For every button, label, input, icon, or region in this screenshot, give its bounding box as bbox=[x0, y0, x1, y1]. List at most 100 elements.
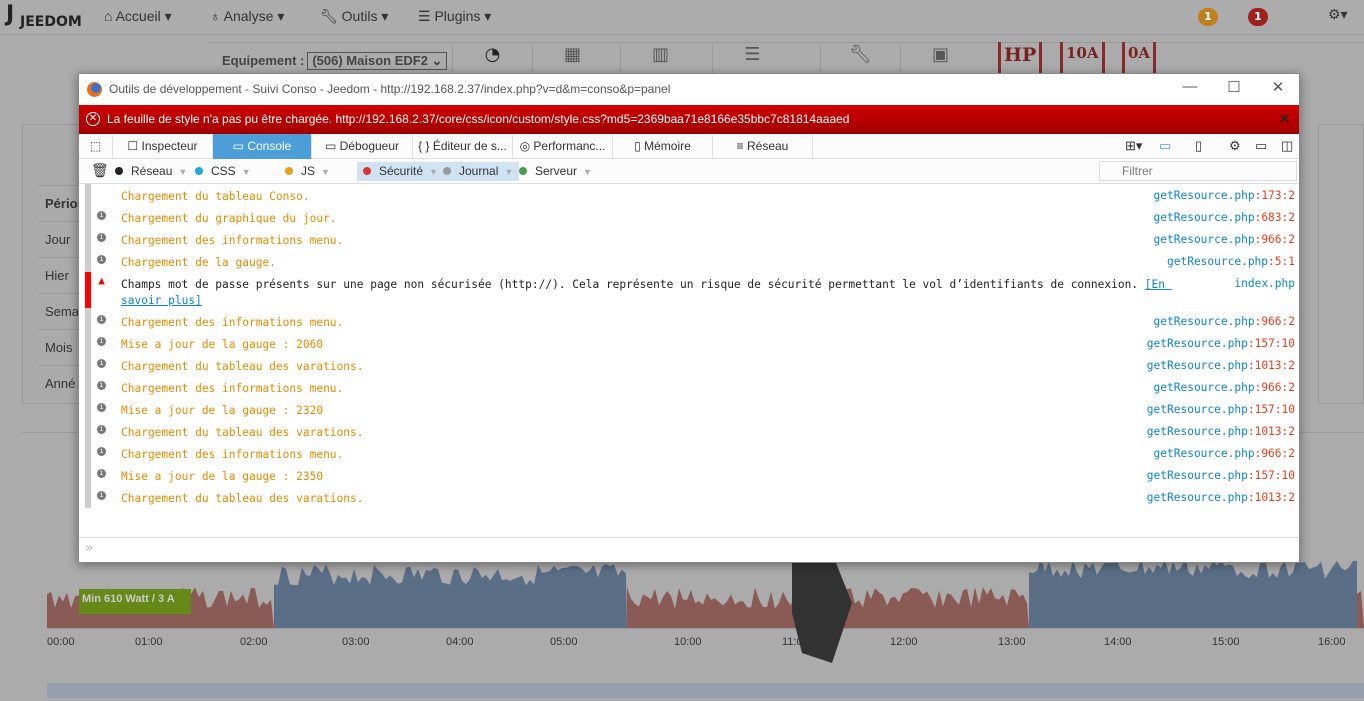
equipment-selector[interactable]: Equipement : (506) Maison EDF2 ⌄ bbox=[222, 52, 448, 70]
responsive-mode-icon[interactable]: ▯ bbox=[1195, 138, 1202, 154]
log-entry: i Mise a jour de la gauge : 2350 getResour… bbox=[91, 464, 1295, 486]
filter-serveur[interactable]: Serveur ▼ bbox=[513, 162, 598, 181]
log-source-link[interactable]: getResource.php:157:10 bbox=[1147, 469, 1295, 482]
nav-accueil[interactable]: ⌂ Accueil ▾ bbox=[104, 8, 172, 25]
log-source-link[interactable]: getResource.php:1013:2 bbox=[1147, 359, 1295, 372]
log-message: Chargement du tableau des varations. bbox=[121, 492, 364, 505]
warning-badge[interactable]: 1 bbox=[1198, 8, 1218, 26]
close-window-button[interactable]: ✕ bbox=[1263, 78, 1293, 100]
info-icon: i bbox=[97, 337, 106, 346]
nav-outils[interactable]: 🔧︎ Outils ▾ bbox=[320, 8, 388, 25]
tab-memoire[interactable]: ▯ Mémoire bbox=[613, 134, 713, 159]
log-source-link[interactable]: getResource.php:966:2 bbox=[1154, 315, 1295, 328]
bar-chart-icon[interactable]: ▥ bbox=[620, 44, 700, 74]
tab-console[interactable]: ▭ Console bbox=[213, 134, 312, 159]
log-source-link[interactable]: getResource.php:1013:2 bbox=[1147, 425, 1295, 438]
log-source-link[interactable]: getResource.php:157:10 bbox=[1147, 337, 1295, 350]
log-source-link[interactable]: getResource.php:966:2 bbox=[1154, 447, 1295, 460]
log-message: Chargement des informations menu. bbox=[121, 234, 344, 247]
console-log: Chargement du tableau Conso. getResource.… bbox=[85, 184, 1295, 508]
area-hp bbox=[1029, 557, 1357, 628]
element-picker-icon[interactable]: ⬚ bbox=[79, 134, 113, 159]
tab-inspecteur[interactable]: ☐ Inspecteur bbox=[113, 134, 213, 159]
split-console-icon[interactable]: ▭ bbox=[1159, 138, 1171, 154]
info-icon: i bbox=[97, 469, 106, 478]
tab-editeur-style[interactable]: { } Éditeur de s... bbox=[413, 134, 513, 159]
filter-label: Réseau bbox=[131, 164, 173, 178]
table-icon[interactable]: ▦ bbox=[532, 44, 612, 74]
log-source-link[interactable]: getResource.php:966:2 bbox=[1154, 381, 1295, 394]
jeedom-logo[interactable]: J JEEDOM bbox=[6, 2, 82, 32]
tab-debogueur[interactable]: ▭ Débogueur bbox=[312, 134, 413, 159]
filter-label: Sécurité bbox=[379, 164, 424, 178]
equipment-select[interactable]: (506) Maison EDF2 ⌄ bbox=[307, 52, 448, 70]
log-source-link[interactable]: getResource.php:683:2 bbox=[1154, 211, 1295, 224]
nav-analyse[interactable]: ♁ Analyse ▾ bbox=[210, 8, 284, 25]
filter-label: Journal bbox=[459, 164, 499, 178]
log-source-link[interactable]: getResource.php:5:1 bbox=[1167, 255, 1295, 268]
min-label: Min 610 Watt / 3 A bbox=[79, 589, 191, 614]
info-icon: i bbox=[97, 491, 106, 500]
log-source-link[interactable]: index.php bbox=[1234, 277, 1295, 290]
info-icon: i bbox=[97, 211, 106, 220]
log-source-link[interactable]: getResource.php:1013:2 bbox=[1147, 491, 1295, 504]
log-source-link[interactable]: getResource.php:157:10 bbox=[1147, 403, 1295, 416]
filter-journal[interactable]: Journal ▼ bbox=[437, 162, 520, 181]
area-hp bbox=[274, 564, 627, 628]
log-message: Chargement des informations menu. bbox=[121, 448, 344, 461]
maximize-button[interactable]: ☐ bbox=[1219, 78, 1249, 100]
info-icon: i bbox=[97, 425, 106, 434]
filter-js[interactable]: JS ▼ bbox=[279, 162, 336, 181]
tab-reseau[interactable]: ≡ Réseau bbox=[713, 134, 813, 159]
tarif-10a: 10A bbox=[1060, 42, 1105, 74]
save-icon[interactable]: ▣ bbox=[900, 44, 980, 74]
top-navbar: J JEEDOM ⌂ Accueil ▾ ♁ Analyse ▾ 🔧︎ Outil… bbox=[0, 0, 1364, 35]
period-hier[interactable]: Hier bbox=[38, 257, 82, 293]
period-mois[interactable]: Mois bbox=[38, 329, 82, 365]
filter-dot bbox=[115, 167, 123, 175]
firefox-icon bbox=[87, 82, 102, 97]
console-input[interactable]: » bbox=[79, 537, 1299, 562]
period-semaine[interactable]: Sema bbox=[38, 293, 82, 329]
close-error-button[interactable]: ✕ bbox=[1278, 110, 1291, 128]
info-icon: i bbox=[97, 233, 106, 242]
log-source-link[interactable]: getResource.php:173:2 bbox=[1154, 189, 1295, 202]
nav-plugins[interactable]: ☰ Plugins ▾ bbox=[418, 8, 491, 25]
wrench-icon[interactable]: 🔧︎ bbox=[820, 44, 900, 74]
log-source-link[interactable]: getResource.php:966:2 bbox=[1154, 233, 1295, 246]
log-entry: i Chargement des informations menu. getRes… bbox=[91, 376, 1295, 398]
split-layout-icon[interactable]: ⊞▾ bbox=[1125, 138, 1142, 154]
dock-bottom-icon[interactable]: ▭ bbox=[1255, 138, 1267, 154]
x-tick-label: 04:00 bbox=[446, 636, 474, 648]
log-entry: Chargement du tableau Conso. getResource.… bbox=[91, 184, 1295, 206]
filter-input[interactable]: Filtrer bbox=[1099, 161, 1297, 181]
filter-label: JS bbox=[301, 164, 316, 178]
gauge-icon[interactable]: ◔ bbox=[452, 44, 532, 74]
filter-sécurité[interactable]: Sécurité ▼ bbox=[357, 162, 444, 181]
console-filters: 🗑︎ Réseau ▼ CSS ▼ JS ▼ Sécurité ▼ Journal ▼ Serveu… bbox=[79, 159, 1299, 184]
dock-side-icon[interactable]: ◫ bbox=[1281, 138, 1293, 154]
filter-réseau[interactable]: Réseau ▼ bbox=[109, 162, 193, 181]
minimize-button[interactable]: — bbox=[1175, 78, 1205, 100]
x-tick-label: 14:00 bbox=[1104, 636, 1132, 648]
filter-label: Serveur bbox=[535, 164, 578, 178]
x-tick-label: 10:00 bbox=[674, 636, 702, 648]
period-jour[interactable]: Jour bbox=[38, 221, 82, 257]
filter-css[interactable]: CSS ▼ bbox=[189, 162, 257, 181]
error-message: La feuille de style n'a pas pu être char… bbox=[107, 112, 850, 126]
dropdown-caret-icon: ▼ bbox=[504, 167, 514, 177]
dropdown-caret-icon: ▼ bbox=[583, 167, 592, 177]
settings-gear-icon[interactable]: ⚙▾ bbox=[1328, 6, 1348, 23]
log-entry: i Chargement des informations menu. getRes… bbox=[91, 228, 1295, 250]
log-entry: i Chargement du graphique du jour. getReso… bbox=[91, 206, 1295, 228]
server-icon[interactable]: ☰ bbox=[712, 44, 792, 74]
x-tick-label: 13:00 bbox=[998, 636, 1026, 648]
log-entry: i Chargement du tableau des varations. get… bbox=[91, 354, 1295, 376]
settings-icon[interactable]: ⚙ bbox=[1229, 138, 1241, 154]
tarif-hp: HP bbox=[998, 42, 1043, 74]
log-entry: i Chargement du tableau des varations. get… bbox=[91, 420, 1295, 442]
period-annee[interactable]: Anné bbox=[38, 365, 82, 401]
tab-performance[interactable]: ◎ Performanc... bbox=[513, 134, 613, 159]
devtools-window: Outils de développement - Suivi Conso - … bbox=[78, 73, 1300, 563]
error-badge[interactable]: 1 bbox=[1248, 8, 1268, 26]
